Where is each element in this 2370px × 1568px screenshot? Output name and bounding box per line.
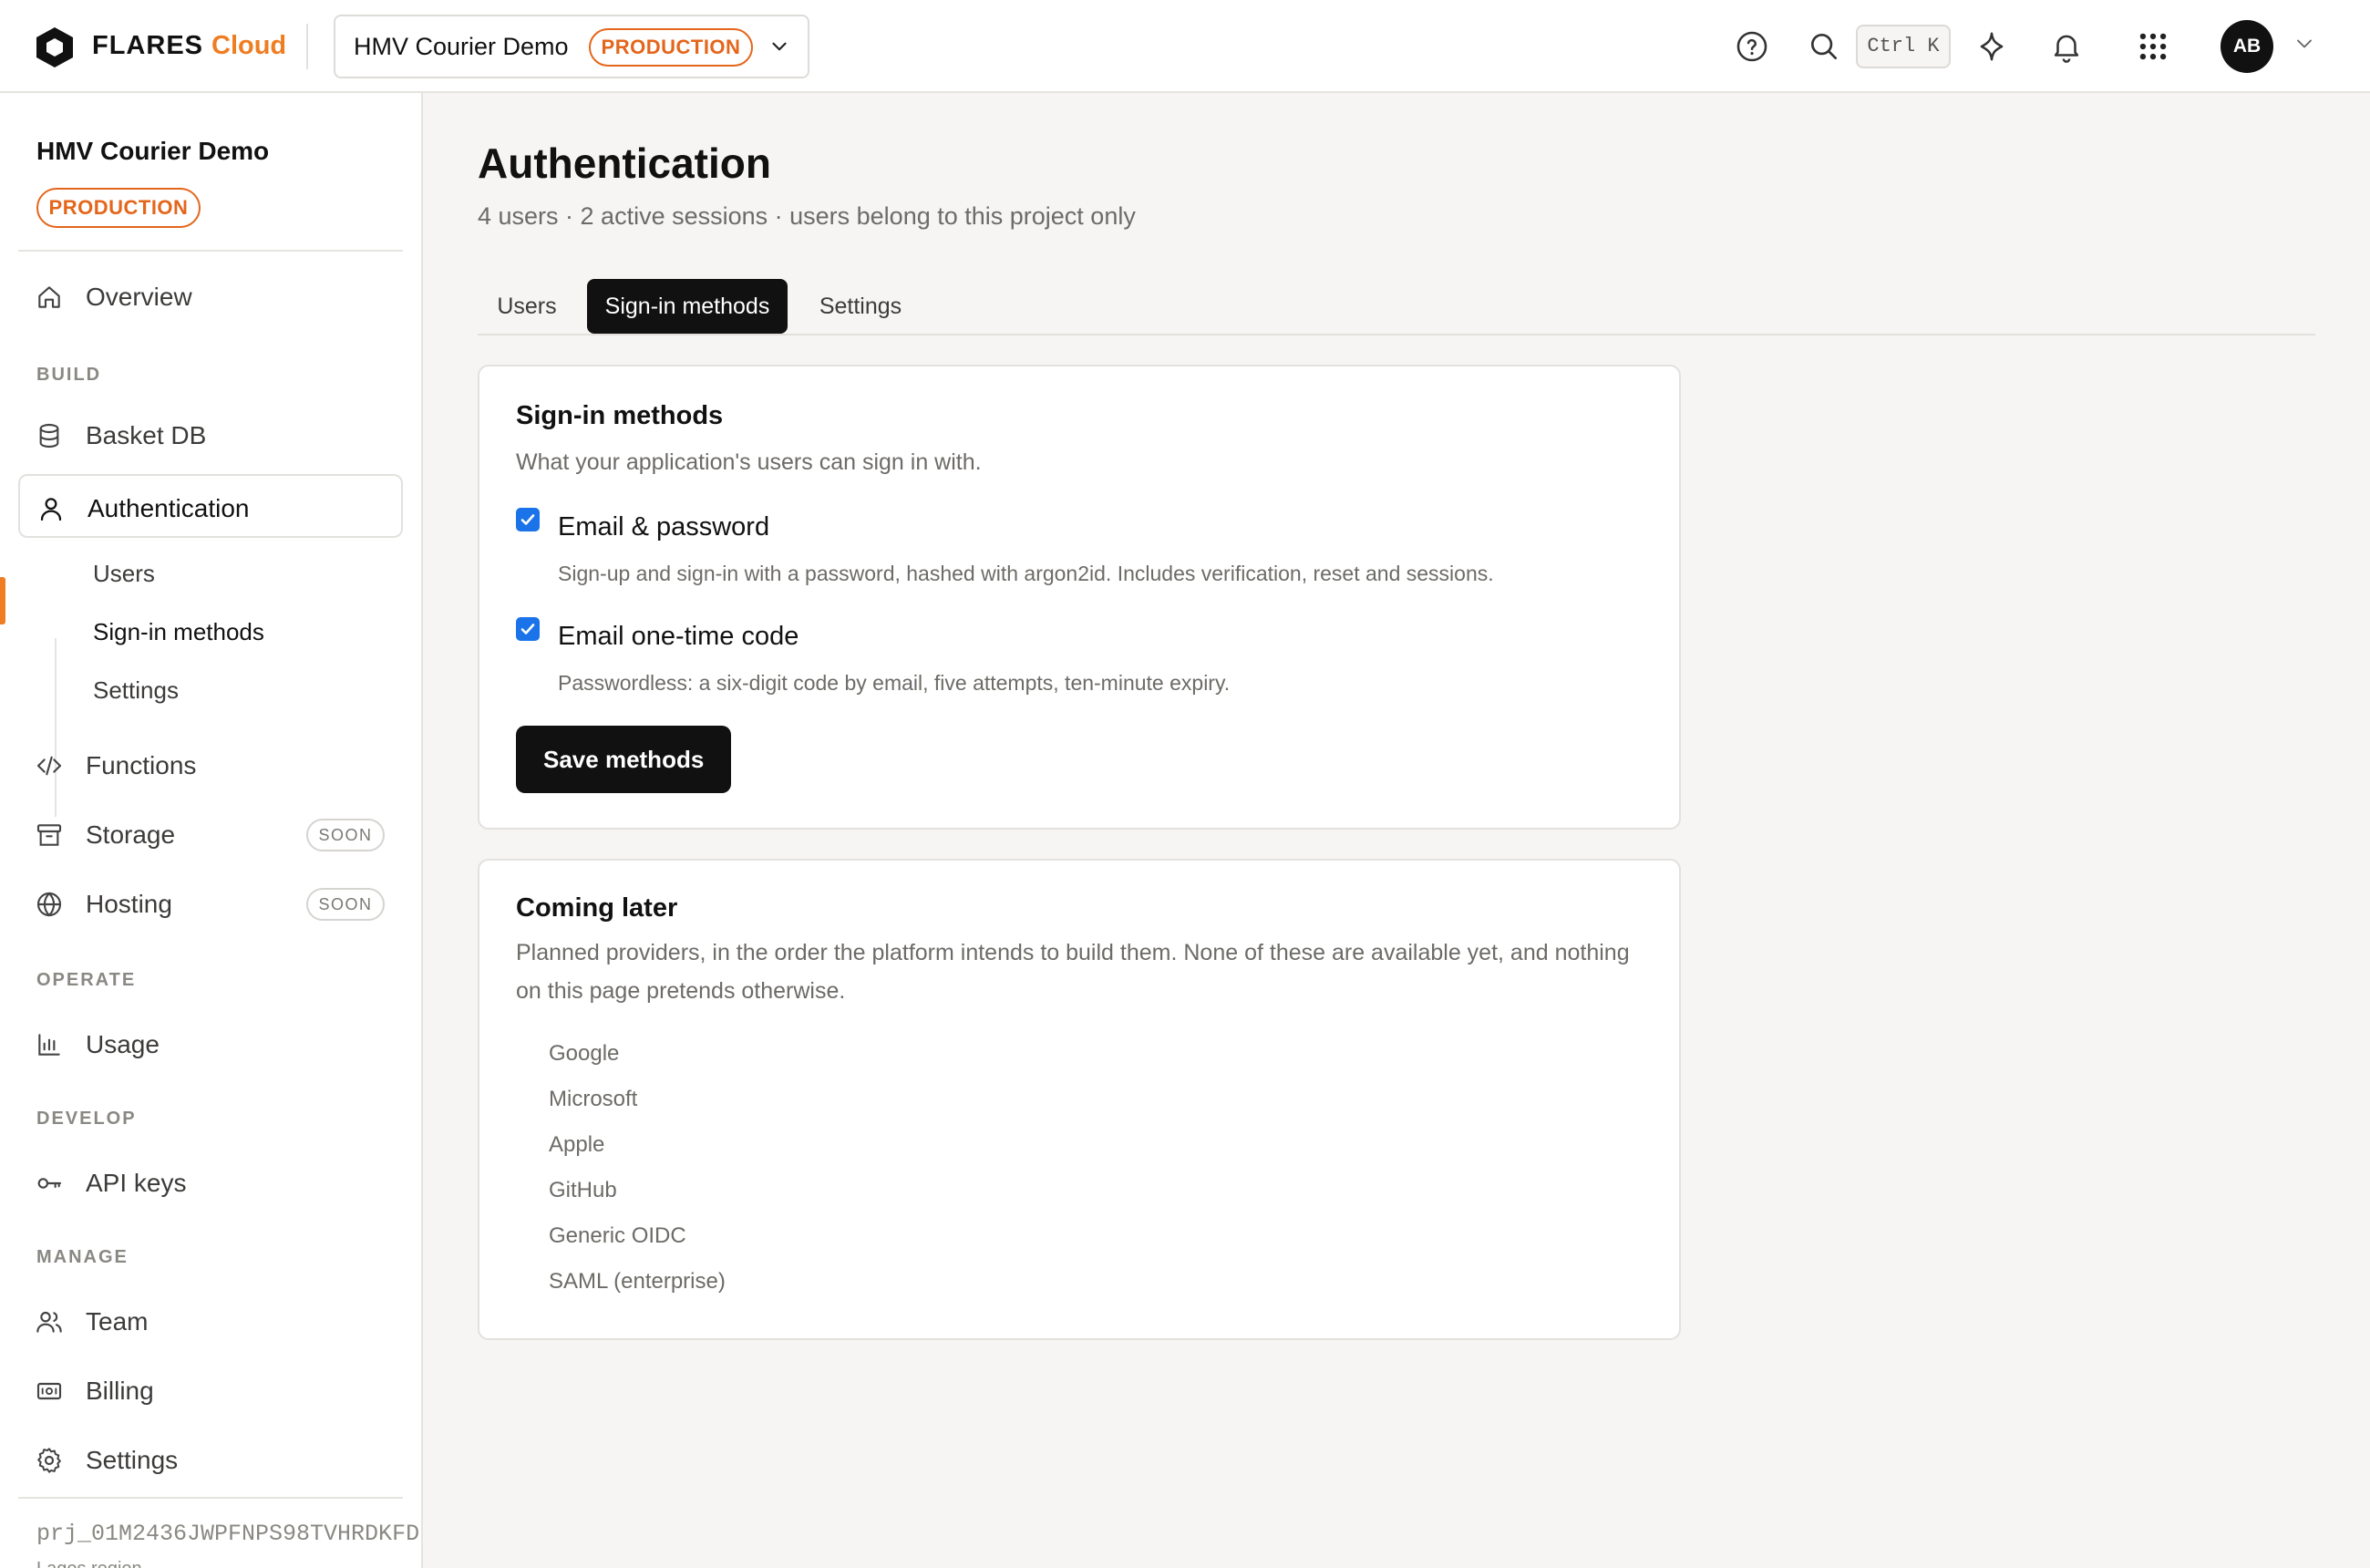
option-label-email-password[interactable]: Email & password (558, 512, 769, 542)
provider-item: Apple (549, 1132, 605, 1157)
chevron-down-icon (772, 42, 787, 51)
billing-icon (36, 1382, 62, 1400)
tab-sign-in-methods[interactable]: Sign-in methods (587, 279, 788, 334)
sidebar-item-label: Settings (86, 1446, 179, 1474)
tab-bar: Users Sign-in methods Settings (478, 279, 2315, 335)
sidebar-item-usage[interactable]: Usage (18, 1012, 403, 1076)
page-title: Authentication (478, 139, 771, 187)
provider-item: GitHub (549, 1178, 617, 1202)
sidebar-item-team[interactable]: Team (18, 1289, 403, 1353)
provider-item: Google (549, 1041, 620, 1066)
env-badge: PRODUCTION (589, 28, 753, 67)
card-title: Coming later (516, 893, 678, 923)
sidebar: HMV Courier Demo PRODUCTION Overview BUI… (0, 93, 423, 1568)
user-icon (40, 498, 62, 521)
sidebar-item-functions[interactable]: Functions (18, 733, 403, 797)
sidebar-item-api-keys[interactable]: API keys (18, 1150, 403, 1214)
archive-icon (36, 824, 62, 846)
sidebar-item-label: Hosting (86, 890, 172, 918)
brand-name[interactable]: FLARES (92, 31, 203, 61)
check-icon (520, 514, 535, 525)
tab-settings[interactable]: Settings (799, 279, 922, 334)
key-icon (37, 1178, 62, 1189)
home-icon (38, 286, 60, 308)
coming-later-card: Coming later Planned providers, in the o… (478, 859, 1681, 1340)
divider (18, 250, 403, 252)
section-operate: OPERATE (36, 970, 137, 990)
subnav-item-users[interactable]: Users (93, 560, 155, 588)
sidebar-item-label: Billing (86, 1377, 154, 1405)
option-description: Sign-up and sign-in with a password, has… (558, 562, 1494, 585)
code-icon (36, 756, 62, 776)
logo-hexagon-icon[interactable] (35, 26, 75, 69)
globe-icon (36, 892, 62, 917)
sidebar-project-name: HMV Courier Demo (36, 137, 270, 165)
checkbox-email-otp[interactable] (516, 617, 540, 641)
sidebar-item-storage[interactable]: Storage SOON (18, 802, 403, 866)
brand-sub[interactable]: Cloud (211, 31, 286, 61)
subnav-item-settings[interactable]: Settings (93, 676, 179, 705)
sparkle-icon[interactable] (1974, 29, 2009, 64)
project-id[interactable]: prj_01M2436JWPFNPS98TVHRDKFDK (36, 1521, 421, 1547)
sidebar-item-label: Team (86, 1307, 149, 1336)
sidebar-item-label: Functions (86, 751, 197, 779)
apps-grid-icon[interactable] (2136, 29, 2170, 64)
project-switcher[interactable]: HMV Courier Demo PRODUCTION (334, 15, 809, 78)
bell-icon[interactable] (2049, 29, 2084, 64)
avatar[interactable]: AB (2221, 20, 2273, 73)
sidebar-item-label: Basket DB (86, 421, 207, 449)
database-icon (39, 423, 59, 449)
provider-item: SAML (enterprise) (549, 1269, 726, 1294)
section-develop: DEVELOP (36, 1109, 137, 1129)
soon-badge: SOON (306, 819, 385, 851)
sidebar-item-label: Storage (86, 820, 176, 849)
provider-item: Generic OIDC (549, 1223, 686, 1248)
card-description: Planned providers, in the order the plat… (516, 940, 1630, 965)
option-label-email-otp[interactable]: Email one-time code (558, 622, 799, 652)
search-icon[interactable] (1807, 29, 1841, 64)
sidebar-item-label: API keys (86, 1169, 187, 1197)
divider (306, 24, 308, 69)
active-indicator (0, 577, 5, 624)
users-icon (36, 1311, 62, 1333)
provider-item: Microsoft (549, 1087, 638, 1111)
card-description: on this page pretends otherwise. (516, 978, 846, 1004)
env-badge: PRODUCTION (36, 188, 201, 228)
divider (18, 1497, 403, 1499)
section-manage: MANAGE (36, 1247, 129, 1267)
sidebar-item-label: Usage (86, 1030, 160, 1058)
sidebar-item-authentication[interactable]: Authentication (18, 474, 403, 538)
subnav-item-sign-in-methods[interactable]: Sign-in methods (93, 618, 264, 646)
project-name: HMV Courier Demo (354, 33, 569, 60)
sidebar-item-label: Authentication (88, 494, 250, 522)
sign-in-methods-card: Sign-in methods What your application's … (478, 365, 1681, 830)
help-icon[interactable] (1735, 29, 1769, 64)
soon-badge: SOON (306, 888, 385, 921)
sidebar-item-settings[interactable]: Settings (18, 1428, 403, 1491)
command-palette-shortcut[interactable]: Ctrl K (1856, 25, 1951, 68)
option-description: Passwordless: a six-digit code by email,… (558, 671, 1231, 695)
sidebar-item-overview[interactable]: Overview (18, 264, 403, 328)
sidebar-item-basket-db[interactable]: Basket DB (18, 403, 403, 467)
tab-users[interactable]: Users (478, 279, 576, 334)
gear-icon (37, 1448, 61, 1473)
top-bar: FLARES Cloud HMV Courier Demo PRODUCTION… (0, 0, 2370, 93)
card-description: What your application's users can sign i… (516, 449, 982, 475)
bar-chart-icon (38, 1034, 60, 1056)
sidebar-item-label: Overview (86, 283, 192, 311)
check-icon (520, 624, 535, 634)
project-region: Lagos region (36, 1559, 142, 1568)
page-subtitle: 4 users · 2 active sessions · users belo… (478, 202, 1136, 230)
section-build: BUILD (36, 365, 102, 385)
chevron-down-icon[interactable] (2292, 31, 2317, 57)
save-methods-button[interactable]: Save methods (516, 726, 732, 793)
checkbox-email-password[interactable] (516, 508, 540, 531)
card-title: Sign-in methods (516, 401, 724, 430)
sidebar-item-hosting[interactable]: Hosting SOON (18, 872, 403, 935)
sidebar-item-billing[interactable]: Billing (18, 1358, 403, 1422)
